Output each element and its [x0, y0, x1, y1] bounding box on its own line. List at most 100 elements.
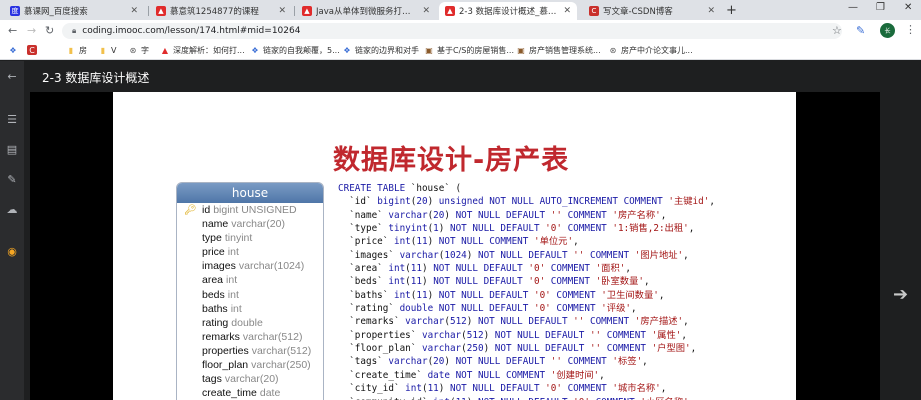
bookmark-item[interactable]: ▣ 房产销售管理系统...	[516, 45, 600, 56]
document-icon: ▣	[425, 46, 433, 55]
er-field-row: beds int	[177, 288, 323, 302]
er-field-row: images varchar(1024)	[177, 259, 323, 273]
bookmark-item[interactable]: ❖	[8, 45, 21, 55]
close-icon[interactable]: ✕	[707, 6, 715, 16]
sql-line: `area` int(11) NOT NULL DEFAULT '0' COMM…	[338, 263, 631, 275]
cloud-download-icon[interactable]: ☁	[0, 203, 24, 216]
page-title: 2-3 数据库设计概述	[42, 71, 150, 85]
arrow-left-icon[interactable]: ←	[0, 70, 24, 83]
er-field-row: baths int	[177, 302, 323, 316]
csdn-icon: C	[27, 45, 37, 55]
key-icon: 🔑︎	[184, 205, 197, 216]
bookmark-item[interactable]: ⊛ 房产中介论文事儿...	[608, 45, 693, 56]
list-icon[interactable]: ☰	[0, 113, 24, 126]
sql-line: `remarks` varchar(512) NOT NULL DEFAULT …	[338, 316, 689, 328]
note-icon[interactable]: ▤	[0, 143, 24, 156]
sql-line: `create_time` date NOT NULL COMMENT '创建时…	[338, 369, 605, 381]
close-icon[interactable]: ✕	[563, 6, 571, 16]
tab-csdn[interactable]: C 写文章-CSDN博客 ✕	[583, 2, 721, 20]
address-bar[interactable]: 🔒︎ coding.imooc.com/lesson/174.html#mid=…	[62, 23, 842, 39]
bookmark-item[interactable]: ❖ 链家的自我颠覆，5...	[250, 45, 339, 56]
bookmark-icon: ❖	[343, 46, 351, 55]
maximize-icon[interactable]: ❐	[876, 2, 885, 13]
sql-line: `properties` varchar(512) NOT NULL DEFAU…	[338, 329, 687, 341]
back-icon[interactable]: ←	[8, 24, 17, 37]
browser-menu-icon[interactable]: ⋮	[905, 23, 916, 36]
sql-line: `rating` double NOT NULL DEFAULT '0' COM…	[338, 303, 637, 315]
document-icon: ▣	[517, 46, 525, 55]
field-type: bigint UNSIGNED	[213, 204, 297, 216]
field-type: int	[226, 274, 238, 287]
sql-line: `beds` int(11) NOT NULL DEFAULT '0' COMM…	[338, 276, 650, 288]
minimize-icon[interactable]: —	[848, 2, 858, 13]
field-name: floor_plan	[202, 359, 249, 372]
tab-title: 慕课网_百度搜索	[24, 7, 88, 17]
field-type: int	[230, 302, 242, 315]
bookmark-item[interactable]: ▣ 基于C/S的房屋销售...	[424, 45, 514, 56]
new-tab-button[interactable]: +	[726, 3, 737, 18]
field-name: images	[202, 260, 236, 273]
tab-lesson-active[interactable]: ▲ 2-3 数据库设计概述_慕课网 ✕	[439, 2, 577, 20]
field-type: double	[231, 316, 263, 329]
sql-line: `type` tinyint(1) NOT NULL DEFAULT '0' C…	[338, 223, 695, 235]
bookmark-folder[interactable]: ▮ 房	[66, 45, 87, 56]
field-type: varchar(512)	[242, 330, 303, 343]
close-icon[interactable]: ✕	[422, 6, 430, 16]
field-type: varchar(20)	[231, 218, 285, 231]
field-name: area	[202, 274, 224, 287]
tab-title: 2-3 数据库设计概述_慕课网	[459, 7, 560, 17]
field-name: price	[202, 246, 225, 259]
field-name: beds	[202, 288, 225, 301]
bookmark-item[interactable]: ⊛ 字	[128, 45, 149, 56]
pencil-icon[interactable]: ✎	[0, 173, 24, 186]
er-field-row: name varchar(20)	[177, 217, 323, 231]
er-field-row: tags varchar(20)	[177, 372, 323, 386]
field-name: tags	[202, 373, 222, 386]
bookmark-item[interactable]: C	[27, 45, 40, 55]
tab-baidu-search[interactable]: 度 慕课网_百度搜索 ✕	[4, 2, 144, 20]
tab-title: Java从单体到微服务打造房产销售平	[316, 7, 419, 17]
extension-icon[interactable]: ✎	[856, 24, 865, 37]
globe-icon: ⊛	[609, 46, 617, 55]
close-icon[interactable]: ✕	[130, 6, 138, 16]
field-name: name	[202, 218, 229, 231]
sql-line: `name` varchar(20) NOT NULL DEFAULT '' C…	[338, 209, 667, 221]
avatar[interactable]: 长	[880, 23, 895, 38]
lock-icon: 🔒︎	[72, 26, 77, 35]
bookmark-item[interactable]: ❖ 链家的边界和对手	[342, 45, 419, 56]
imooc-favicon-icon: ▲	[156, 6, 166, 16]
window-close-icon[interactable]: ✕	[904, 2, 912, 13]
sql-line: `floor_plan` varchar(250) NOT NULL DEFAU…	[338, 343, 697, 355]
folder-icon: ▮	[100, 45, 106, 55]
er-field-row: type tinyint	[177, 231, 323, 245]
globe-icon: ⊛	[129, 46, 137, 55]
er-field-row: create_time date	[177, 386, 323, 400]
bookmark-item[interactable]: ▲ 深度解析：如何打...	[160, 45, 245, 56]
sql-line: `tags` varchar(20) NOT NULL DEFAULT '' C…	[338, 356, 648, 368]
er-field-row: remarks varchar(512)	[177, 330, 323, 344]
field-name: rating	[202, 316, 229, 329]
tab-java-course[interactable]: ▲ Java从单体到微服务打造房产销售平 ✕	[296, 2, 436, 20]
lesson-header	[24, 61, 921, 91]
field-type: tinyint	[224, 232, 253, 245]
field-name: type	[202, 232, 222, 245]
folder-icon: ▮	[68, 46, 74, 55]
arrow-right-icon[interactable]: ➔	[893, 284, 908, 305]
bookmark-star-icon[interactable]: ☆	[832, 24, 842, 37]
field-name: create_time	[202, 387, 257, 400]
imooc-favicon-icon: ▲	[302, 6, 312, 16]
csdn-favicon-icon: C	[589, 6, 599, 16]
tab-my-courses[interactable]: ▲ 慕意筑1254877的课程 ✕	[150, 2, 292, 20]
imooc-icon: ▲	[161, 46, 169, 55]
er-field-row: 🔑︎ id bigint UNSIGNED	[177, 203, 323, 217]
bookmark-folder[interactable]: ▮ V	[98, 45, 117, 55]
reload-icon[interactable]: ↻	[45, 24, 54, 37]
bookmark-icon: ❖	[251, 46, 259, 55]
bookmarks-bar: ❖ C ▮ 房 ▮ V ⊛ 字 ▲ 深度解析：如何打... ❖ 链家的自我颠覆，5... …	[0, 42, 921, 60]
url-text: coding.imooc.com/lesson/174.html#mid=102…	[82, 26, 301, 36]
sql-line: `community_id` int(11) NOT NULL DEFAULT …	[338, 396, 796, 400]
headphones-icon[interactable]: ◉	[0, 245, 24, 258]
close-icon[interactable]: ✕	[278, 6, 286, 16]
forward-icon[interactable]: →	[27, 24, 36, 37]
sql-line: CREATE TABLE `house` (	[338, 183, 462, 194]
